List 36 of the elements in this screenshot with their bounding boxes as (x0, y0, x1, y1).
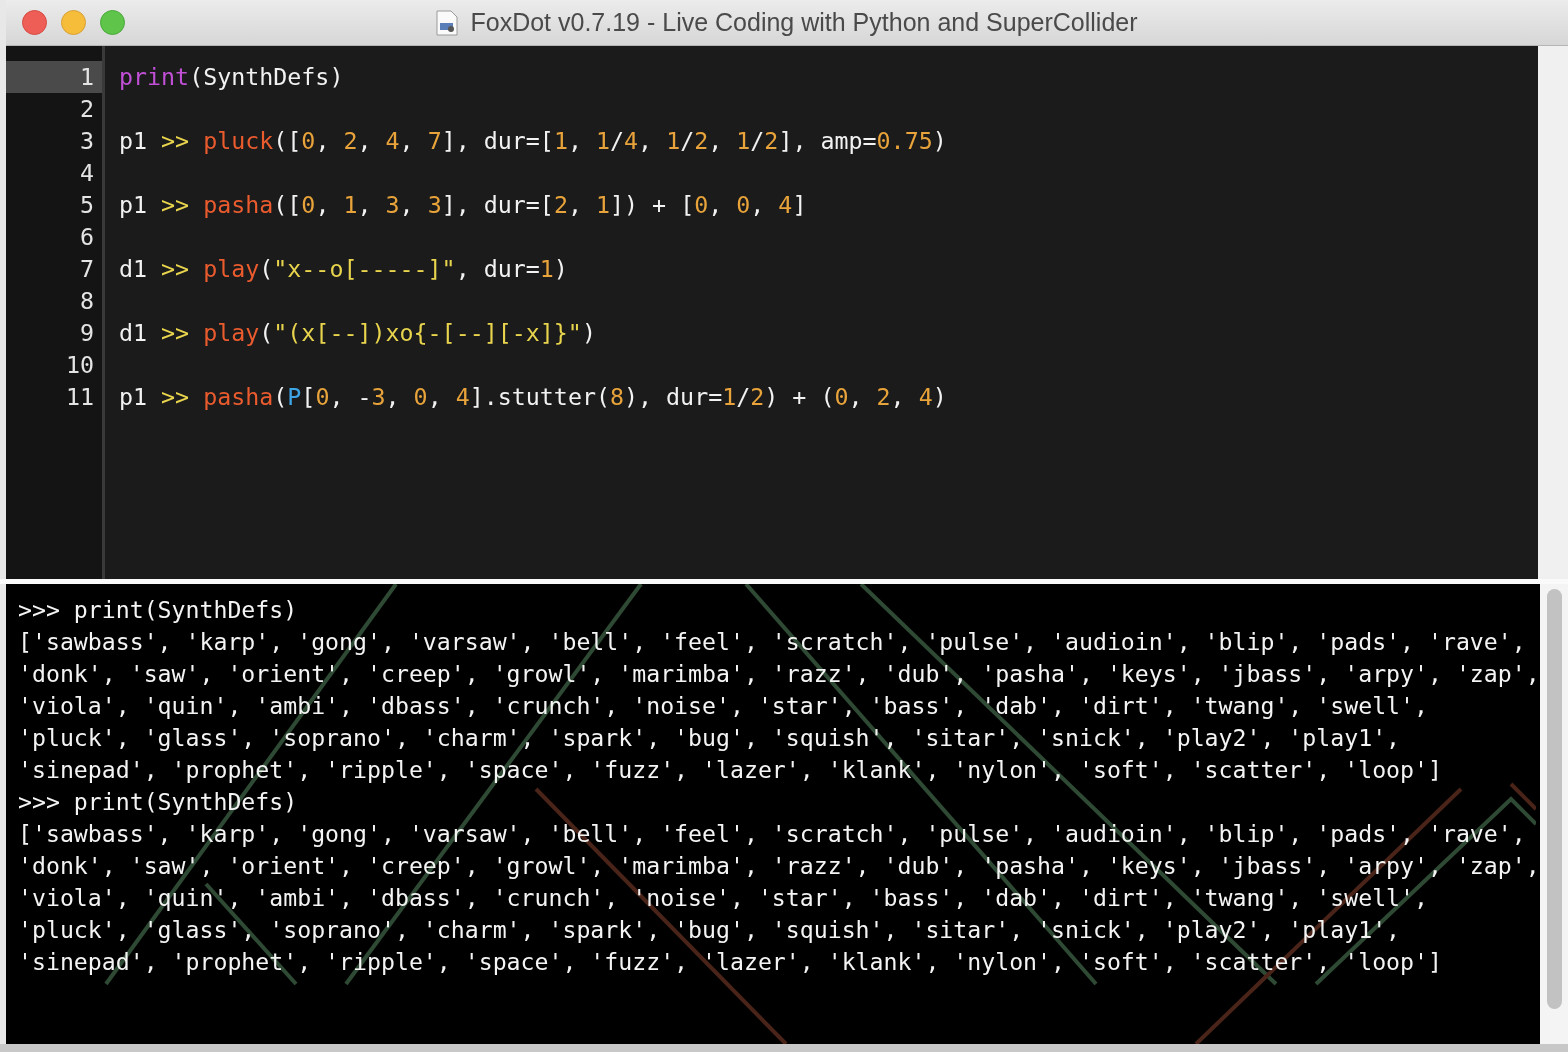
console-line: 'sinepad', 'prophet', 'ripple', 'space', 'fuzz', 'lazer', 'klank', 'nylon', 'soft', 'scatter', 'loop'] (18, 947, 1443, 977)
console-line: 'viola', 'quin', 'ambi', 'dbass', 'crunch', 'noise', 'star', 'bass', 'dab', 'dirt', 'twang', 'swell', (18, 883, 1429, 913)
console-line: ['sawbass', 'karp', 'gong', 'varsaw', 'bell', 'feel', 'scratch', 'pulse', 'audioin', 'blip', 'pads', 'rave', (18, 627, 1527, 657)
line-number: 6 (78, 222, 95, 252)
code-line: print(SynthDefs) (119, 63, 344, 90)
console-line: 'viola', 'quin', 'ambi', 'dbass', 'crunch', 'noise', 'star', 'bass', 'dab', 'dirt', 'twang', 'swell', (18, 691, 1429, 721)
line-number: 9 (78, 318, 95, 348)
line-number: 7 (78, 254, 95, 284)
console-line: 'donk', 'saw', 'orient', 'creep', 'growl', 'marimba', 'razz', 'dub', 'pasha', 'keys', 'jbass', 'arpy', 'zap', (18, 851, 1540, 881)
console-line: >>> print(SynthDefs) (18, 787, 299, 817)
line-number: 10 (64, 350, 95, 380)
line-number: 1 (6, 61, 102, 93)
code-line: d1 >> play("x--o[-----]", dur=1) (119, 255, 568, 282)
close-button[interactable] (22, 10, 47, 35)
line-number: 5 (78, 190, 95, 220)
console-line: 'sinepad', 'prophet', 'ripple', 'space', 'fuzz', 'lazer', 'klank', 'nylon', 'soft', 'scatter', 'loop'] (18, 755, 1443, 785)
zoom-button[interactable] (100, 10, 125, 35)
code-line: p1 >> pasha(P[0, -3, 0, 4].stutter(8), dur=1/2) + (0, 2, 4) (119, 383, 947, 410)
scrollbar-thumb[interactable] (1546, 589, 1562, 1009)
line-number: 3 (78, 126, 95, 156)
code-line: p1 >> pasha([0, 1, 3, 3], dur=[2, 1]) + [0, 0, 4] (119, 191, 807, 218)
console-line: ['sawbass', 'karp', 'gong', 'varsaw', 'bell', 'feel', 'scratch', 'pulse', 'audioin', 'blip', 'pads', 'rave', (18, 819, 1527, 849)
line-number: 2 (78, 94, 95, 124)
console-line: 'pluck', 'glass', 'soprano', 'charm', 'spark', 'bug', 'squish', 'sitar', 'snick', 'play2', 'play1', (18, 915, 1402, 945)
console-line: 'donk', 'saw', 'orient', 'creep', 'growl', 'marimba', 'razz', 'dub', 'pasha', 'keys', 'jbass', 'arpy', 'zap', (18, 659, 1540, 689)
code-line: p1 >> pluck([0, 2, 4, 7], dur=[1, 1/4, 1/2, 1/2], amp=0.75) (119, 127, 947, 154)
code-line: d1 >> play("(x[--])xo{-[--][-x]}") (119, 319, 596, 346)
line-number: 8 (78, 286, 95, 316)
line-number: 4 (78, 158, 95, 188)
console-line: 'pluck', 'glass', 'soprano', 'charm', 'spark', 'bug', 'squish', 'sitar', 'snick', 'play2', 'play1', (18, 723, 1402, 753)
code-editor[interactable] (6, 46, 1568, 579)
console-line: >>> print(SynthDefs) (18, 595, 299, 625)
minimize-button[interactable] (61, 10, 86, 35)
window-title: FoxDot v0.7.19 - Live Coding with Python and SuperCollider (470, 8, 1138, 37)
document-icon (436, 9, 459, 36)
line-number: 11 (64, 382, 95, 412)
